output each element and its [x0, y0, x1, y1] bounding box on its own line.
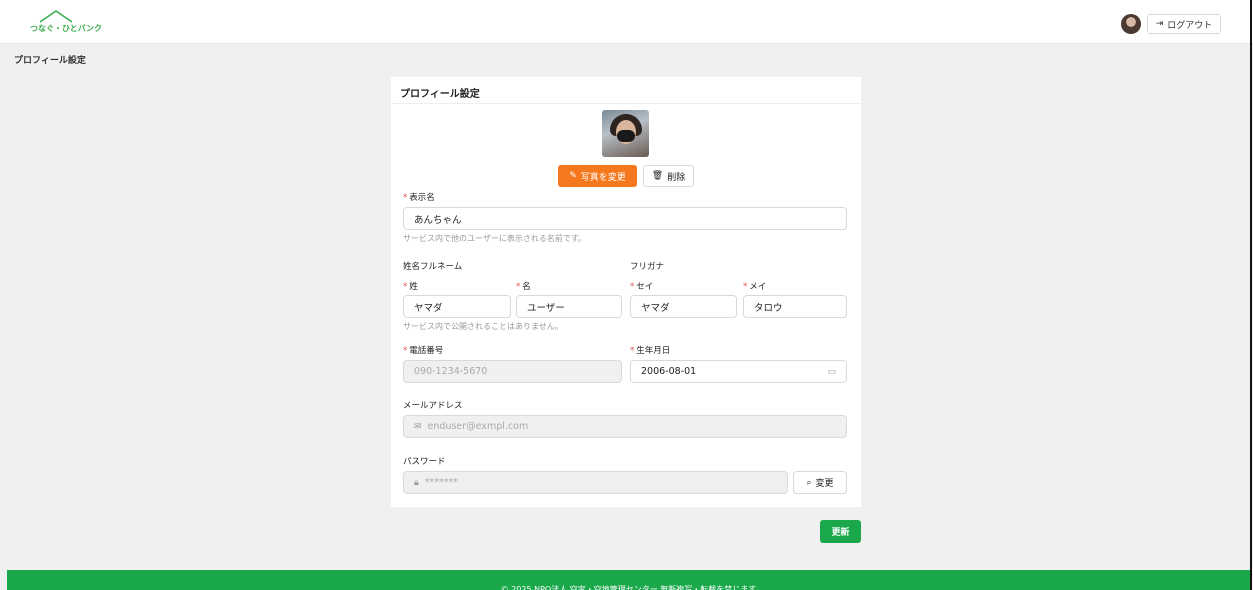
birthdate-label: * 生年月日	[630, 346, 671, 356]
footer: © 2025 NPO法人 空家・空地管理センター 無断複写・転載を禁じます	[7, 570, 1250, 590]
birthdate-picker[interactable]: 2006-08-01 ▭	[630, 360, 847, 383]
logout-label: ログアウト	[1167, 20, 1213, 31]
logout-button[interactable]: ⇥ ログアウト	[1147, 14, 1221, 34]
last-name-input[interactable]: ヤマダ	[403, 295, 511, 318]
email-value: enduser@exmpl.com	[427, 421, 529, 432]
edit-icon: ✎	[569, 171, 577, 181]
last-kana-input[interactable]: ヤマダ	[630, 295, 737, 318]
change-photo-button[interactable]: ✎ 写真を変更	[558, 165, 637, 187]
profile-card: プロフィール設定 ✎ 写真を変更 🗑 削除 * 表示名 あんちゃん サービス内で他…	[391, 77, 861, 507]
search-icon: ⌕	[806, 477, 812, 488]
full-name-section-label: 姓名フルネーム	[403, 262, 463, 272]
calendar-icon: ▭	[827, 366, 836, 377]
user-avatar[interactable]	[1121, 14, 1141, 34]
top-header: つなぐ・ひとバンク ⇥ ログアウト	[0, 0, 1253, 44]
logout-icon: ⇥	[1155, 19, 1164, 29]
first-kana-label: * メイ	[743, 282, 767, 292]
update-button[interactable]: 更新	[820, 520, 861, 543]
display-name-help: サービス内で他のユーザーに表示される名前です。	[403, 234, 587, 243]
lock-icon: 🔒︎	[414, 477, 419, 488]
email-input[interactable]: ✉ enduser@exmpl.com	[403, 415, 847, 438]
full-name-help: サービス内で公開されることはありません。	[403, 322, 563, 331]
mail-icon: ✉	[414, 421, 422, 432]
profile-photo	[602, 110, 649, 157]
change-password-label: 変更	[815, 479, 834, 489]
change-photo-label: 写真を変更	[580, 172, 626, 183]
trash-icon: 🗑	[651, 171, 664, 181]
first-name-label: * 名	[516, 282, 531, 292]
email-label: メールアドレス	[403, 401, 463, 411]
page-breadcrumb: プロフィール設定	[14, 56, 86, 66]
display-name-label: * 表示名	[403, 193, 435, 203]
password-label: パスワード	[403, 457, 446, 467]
first-kana-input[interactable]: タロウ	[743, 295, 847, 318]
phone-input[interactable]: 090-1234-5670	[403, 360, 622, 383]
delete-photo-button[interactable]: 🗑 削除	[643, 165, 694, 187]
furigana-section-label: フリガナ	[630, 262, 665, 272]
house-logo-icon	[39, 10, 73, 34]
change-password-button[interactable]: ⌕ 変更	[793, 471, 847, 494]
logo-text: つなぐ・ひとバンク	[30, 24, 103, 33]
delete-photo-label: 削除	[667, 172, 686, 183]
password-value: *******	[424, 477, 459, 488]
last-kana-label: * セイ	[630, 282, 654, 292]
first-name-input[interactable]: ユーザー	[516, 295, 622, 318]
password-input[interactable]: 🔒︎ *******	[403, 471, 788, 494]
birthdate-value: 2006-08-01	[641, 366, 697, 377]
phone-label: * 電話番号	[403, 346, 444, 356]
window-edge	[1250, 0, 1252, 590]
card-title: プロフィール設定	[391, 77, 861, 104]
display-name-input[interactable]: あんちゃん	[403, 207, 847, 230]
logo[interactable]: つなぐ・ひとバンク	[30, 8, 102, 38]
last-name-label: * 姓	[403, 282, 418, 292]
